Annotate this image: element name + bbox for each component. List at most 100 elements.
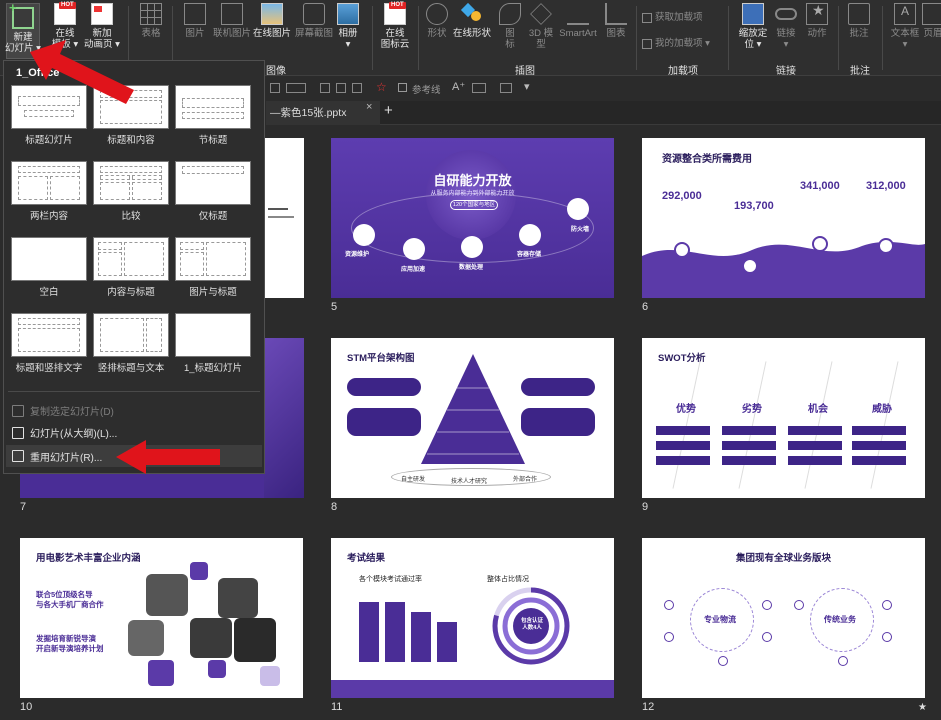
new-slide-icon: + — [9, 1, 34, 29]
slide-thumbnail-12[interactable]: 集团现有全球业务版块 专业物流 传统业务 — [642, 538, 925, 698]
chart-icon — [605, 3, 627, 25]
shapes-button[interactable]: 形状 — [424, 3, 450, 39]
layout-title-only[interactable]: 仅标题 — [175, 161, 251, 222]
new-tab-button[interactable]: + — [384, 102, 393, 119]
format-icon[interactable] — [270, 83, 280, 93]
guides-label: 参考线 — [412, 85, 441, 96]
my-addins-button[interactable]: 我的加载项 ▾ — [642, 38, 722, 49]
group-label-illustrations: 插图 — [515, 66, 535, 77]
text-highlight-icon[interactable] — [472, 83, 486, 93]
slide-thumbnail-7-right[interactable] — [260, 338, 304, 498]
slide8-pyramid — [421, 354, 525, 464]
textbox-button[interactable]: A 文本框 ▾ — [888, 3, 922, 50]
icon-cloud-button[interactable]: HOT 在线 图标云 — [378, 2, 412, 50]
reuse-icon — [12, 450, 24, 462]
layout-two-content[interactable]: 两栏内容 — [11, 161, 87, 222]
photo-tile — [148, 660, 174, 686]
table-button[interactable]: 表格 — [134, 3, 168, 39]
icons-button[interactable]: 图 标 — [499, 3, 521, 50]
layout-vertical-title-text[interactable]: 竖排标题与文本 — [93, 313, 169, 374]
screenshot-icon — [303, 3, 325, 25]
slide-thumbnail-8[interactable]: STM平台架构图 自主研发 技术人才研究 外部合作 — [331, 338, 614, 498]
header-icon — [922, 3, 941, 25]
zoom-button[interactable]: 缩放定 位 ▾ — [734, 3, 772, 50]
link-button[interactable]: 链接 ▾ — [774, 3, 798, 50]
action-icon: ★ — [806, 3, 828, 25]
picture-button[interactable]: 图片 — [180, 3, 210, 39]
slide-number: 8 — [331, 501, 338, 513]
layout-picture-caption[interactable]: 图片与标题 — [175, 237, 251, 298]
layout-section-header[interactable]: 节标题 — [175, 85, 251, 146]
format-toolbar: ☆ 参考线 A⁺ ▾ — [266, 77, 941, 101]
textbox-icon: A — [894, 3, 916, 25]
close-tab-icon[interactable]: × — [366, 101, 372, 113]
comment-button[interactable]: 批注 — [846, 3, 872, 39]
get-addins-button[interactable]: 获取加载项 — [642, 12, 722, 23]
icons-icon — [499, 3, 521, 25]
screenshot-button[interactable]: 屏幕截图 — [294, 3, 334, 39]
document-tab[interactable]: —紫色15张.pptx — [266, 101, 380, 125]
shape-fill-icon[interactable] — [320, 83, 330, 93]
slide-number: 5 — [331, 301, 338, 313]
document-tab-bar: —紫色15张.pptx × + — [266, 101, 941, 125]
smartart-button[interactable]: SmartArt — [558, 3, 598, 39]
3d-model-button[interactable]: 3D 模 型 — [526, 3, 556, 50]
slide11-bar — [359, 602, 379, 662]
slide11-bar — [385, 602, 405, 662]
album-icon — [337, 3, 359, 25]
font-size-up-icon[interactable]: A⁺ — [452, 80, 465, 93]
duplicate-slide-item[interactable]: 复制选定幻灯片(D) — [12, 403, 114, 418]
action-button[interactable]: ★ 动作 — [804, 3, 830, 39]
header-button[interactable]: 页眉 — [922, 3, 941, 39]
online-template-icon: HOT — [54, 2, 76, 25]
layout-blank[interactable]: 空白 — [11, 237, 87, 298]
slides-from-outline-item[interactable]: 幻灯片(从大纲)(L)... — [12, 425, 117, 440]
online-shapes-button[interactable]: 在线形状 — [452, 2, 492, 39]
online-shapes-icon — [460, 2, 483, 25]
align-icon[interactable] — [500, 83, 512, 93]
guides-checkbox[interactable] — [398, 83, 407, 92]
layout-comparison[interactable]: 比较 — [93, 161, 169, 222]
photo-tile — [190, 562, 208, 580]
star-icon[interactable]: ☆ — [376, 80, 387, 94]
zoom-icon — [742, 3, 764, 25]
3d-model-icon — [530, 3, 552, 25]
slide-thumbnail-7-bottom[interactable] — [20, 474, 264, 498]
slide-number: 10 — [20, 701, 33, 713]
slide11-bar — [437, 622, 457, 662]
my-addins-icon — [642, 38, 652, 49]
slide-thumbnail-10[interactable]: 用电影艺术丰富企业内涵 联合5位顶级名导 与各大手机厂商合作 发掘培育新锐导演 … — [20, 538, 303, 698]
web-picture-button[interactable]: 在线图片 — [252, 3, 292, 39]
slide12-node — [762, 600, 772, 610]
slide-star-icon: ★ — [918, 702, 927, 713]
table-icon — [140, 3, 162, 25]
chart-button[interactable]: 图表 — [604, 3, 628, 39]
album-button[interactable]: 相册 ▾ — [336, 3, 360, 50]
photo-tile — [218, 578, 258, 618]
shape-effect-icon[interactable] — [352, 83, 362, 93]
slide6-marker — [742, 258, 758, 274]
animation-page-icon — [91, 3, 113, 25]
slide-thumbnail-6[interactable]: 资源整合类所需费用 292,000 193,700 341,000 312,00… — [642, 138, 925, 298]
slide12-node — [664, 632, 674, 642]
line-style-icon[interactable] — [286, 83, 306, 93]
dropdown-chevron-icon[interactable]: ▾ — [524, 80, 530, 93]
group-label-links: 链接 — [776, 66, 796, 77]
shape-outline-icon[interactable] — [336, 83, 346, 93]
online-picture-icon — [221, 3, 243, 25]
layout-content-caption[interactable]: 内容与标题 — [93, 237, 169, 298]
slide-thumbnail-9[interactable]: SWOT分析 优势 劣势 机会 威胁 — [642, 338, 925, 498]
slide12-node — [882, 632, 892, 642]
slide12-node — [882, 600, 892, 610]
slide-thumbnail-5[interactable]: 自研能力开放 从服务内部能力到外部能力开放 120个国家与地区 资源维护 应用加… — [331, 138, 614, 298]
online-picture-button[interactable]: 联机图片 — [212, 3, 252, 39]
photo-tile — [190, 618, 232, 658]
photo-tile — [128, 620, 164, 656]
photo-tile — [208, 660, 226, 678]
smartart-icon — [567, 3, 589, 25]
layout-title-vertical-text[interactable]: 标题和竖排文字 — [11, 313, 87, 374]
slide-thumbnail-11[interactable]: 考试结果 各个模块考试通过率 整体占比情况 包含认证 人数4人 — [331, 538, 614, 698]
layout-custom-title-slide[interactable]: 1_标题幻灯片 — [175, 313, 251, 374]
shapes-icon — [426, 3, 448, 25]
slide-thumbnail-4[interactable] — [260, 138, 304, 298]
